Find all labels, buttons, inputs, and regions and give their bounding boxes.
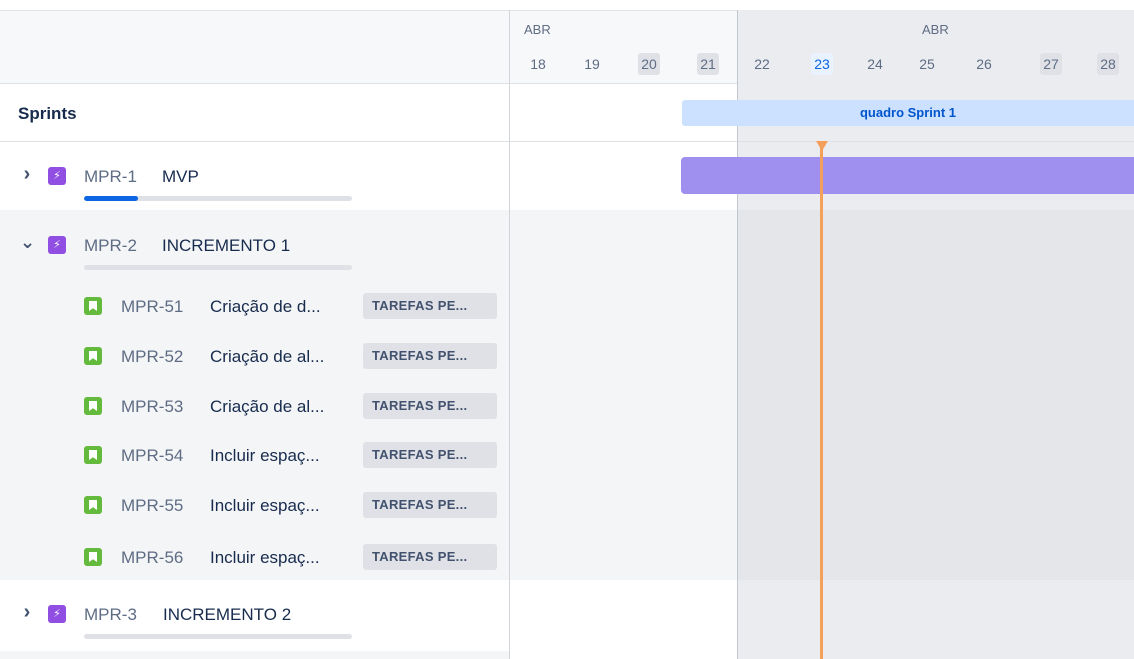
- issue-summary[interactable]: Criação de al...: [210, 347, 324, 367]
- issue-summary[interactable]: Incluir espaç...: [210, 446, 320, 466]
- month-label: ABR: [922, 22, 949, 37]
- day-label: 18: [530, 56, 546, 72]
- issue-summary[interactable]: Incluir espaç...: [210, 548, 320, 568]
- issue-key[interactable]: MPR-3: [84, 605, 137, 625]
- chevron-right-icon[interactable]: ›: [20, 164, 34, 184]
- day-label: 21: [697, 53, 719, 75]
- epic-expanded-background-right: [510, 210, 737, 580]
- story-row[interactable]: MPR-53 Criação de al... TAREFAS PE...: [0, 390, 509, 426]
- day-label: 20: [638, 53, 660, 75]
- story-row[interactable]: MPR-55 Incluir espaç... TAREFAS PE...: [0, 489, 509, 525]
- epic-bar-mpr-1[interactable]: [681, 157, 1134, 194]
- progress-fill: [84, 196, 138, 201]
- epic-lightning-icon: ⚡: [48, 605, 66, 623]
- sprints-row-divider: [0, 141, 1134, 142]
- issue-summary[interactable]: Incluir espaç...: [210, 496, 320, 516]
- status-lozenge[interactable]: TAREFAS PE...: [363, 393, 497, 419]
- status-lozenge[interactable]: TAREFAS PE...: [363, 293, 497, 319]
- day-label: 28: [1097, 53, 1119, 75]
- sprint-bar-label[interactable]: quadro Sprint 1: [682, 100, 1134, 126]
- status-lozenge[interactable]: TAREFAS PE...: [363, 492, 497, 518]
- story-bookmark-icon: [84, 548, 102, 566]
- issue-summary[interactable]: MVP: [162, 167, 199, 187]
- day-label: 24: [867, 56, 883, 72]
- epic-lightning-icon: ⚡: [48, 167, 66, 185]
- month-label: ABR: [524, 22, 551, 37]
- issue-key[interactable]: MPR-1: [84, 167, 137, 187]
- issue-key[interactable]: MPR-54: [121, 446, 183, 466]
- issue-summary[interactable]: INCREMENTO 1: [162, 236, 290, 256]
- story-bookmark-icon: [84, 347, 102, 365]
- week-shade-expanded: [737, 210, 1134, 580]
- issue-key[interactable]: MPR-2: [84, 236, 137, 256]
- chevron-down-icon[interactable]: ⌄: [20, 233, 35, 251]
- story-row[interactable]: MPR-51 Criação de d... TAREFAS PE...: [0, 290, 509, 326]
- panel-divider[interactable]: [509, 10, 510, 659]
- status-lozenge[interactable]: TAREFAS PE...: [363, 544, 497, 570]
- today-line: [820, 142, 823, 659]
- issue-key[interactable]: MPR-56: [121, 548, 183, 568]
- story-bookmark-icon: [84, 446, 102, 464]
- today-marker: [816, 141, 828, 151]
- issue-summary[interactable]: Criação de al...: [210, 397, 324, 417]
- issue-key[interactable]: MPR-55: [121, 496, 183, 516]
- chevron-right-icon[interactable]: ›: [20, 602, 34, 622]
- story-bookmark-icon: [84, 297, 102, 315]
- day-label: 26: [976, 56, 992, 72]
- day-label: 25: [919, 56, 935, 72]
- issue-key[interactable]: MPR-53: [121, 397, 183, 417]
- day-label-today: 23: [811, 53, 833, 75]
- story-row[interactable]: MPR-52 Criação de al... TAREFAS PE...: [0, 340, 509, 376]
- status-lozenge[interactable]: TAREFAS PE...: [363, 442, 497, 468]
- story-bookmark-icon: [84, 397, 102, 415]
- progress-bar: [84, 265, 352, 270]
- status-lozenge[interactable]: TAREFAS PE...: [363, 343, 497, 369]
- story-bookmark-icon: [84, 496, 102, 514]
- issue-key[interactable]: MPR-51: [121, 297, 183, 317]
- epic-row-background: [0, 651, 509, 659]
- sprints-row-label: Sprints: [18, 104, 77, 123]
- epic-row[interactable]: › ⚡ MPR-3 INCREMENTO 2: [0, 592, 509, 648]
- day-label: 19: [584, 56, 600, 72]
- epic-row[interactable]: › ⚡ MPR-1 MVP: [0, 154, 509, 210]
- progress-bar: [84, 634, 352, 639]
- issue-key[interactable]: MPR-52: [121, 347, 183, 367]
- issue-summary[interactable]: INCREMENTO 2: [163, 605, 291, 625]
- story-row[interactable]: MPR-56 Incluir espaç... TAREFAS PE...: [0, 541, 509, 577]
- epic-row[interactable]: ⌄ ⚡ MPR-2 INCREMENTO 1: [0, 223, 509, 279]
- issue-summary[interactable]: Criação de d...: [210, 297, 321, 317]
- progress-bar: [84, 196, 352, 201]
- day-label: 27: [1040, 53, 1062, 75]
- epic-lightning-icon: ⚡: [48, 236, 66, 254]
- day-label: 22: [754, 56, 770, 72]
- story-row[interactable]: MPR-54 Incluir espaç... TAREFAS PE...: [0, 439, 509, 475]
